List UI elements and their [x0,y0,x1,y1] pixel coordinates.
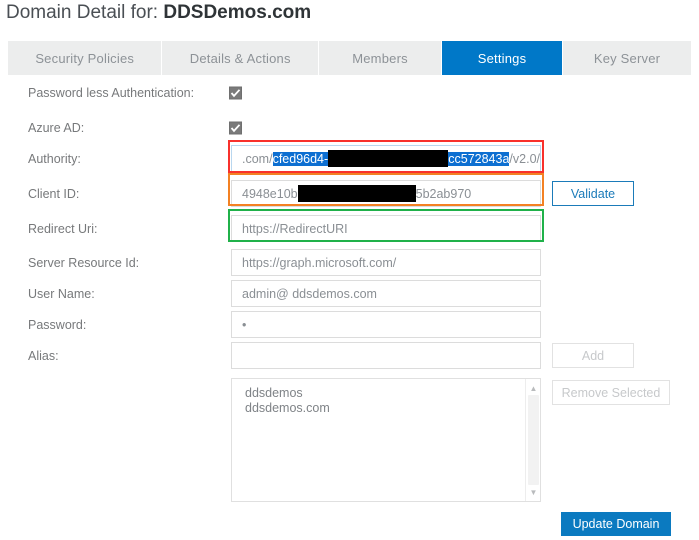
tab-settings-label: Settings [477,50,527,66]
alias-list-items: ddsdemos ddsdemos.com [232,379,330,416]
update-domain-button[interactable]: Update Domain [561,512,671,536]
checkbox-azure-ad[interactable] [229,121,242,135]
client-id-value-prefix: 4948e10b [242,186,298,201]
tab-security-policies[interactable]: Security Policies [8,41,163,75]
authority-input[interactable]: .com/cfed96d4- cc572843a/v2.0/ [231,145,541,172]
label-alias: Alias: [28,349,59,363]
add-alias-button[interactable]: Add [552,343,634,368]
page-title-prefix: Domain Detail for: [6,2,159,23]
alias-input[interactable] [231,342,541,369]
page-title: Domain Detail for: DDSDemos.com [6,2,311,24]
label-password: Password: [28,318,87,332]
page-title-domain: DDSDemos.com [163,2,312,23]
label-user-name: User Name: [28,287,95,301]
password-value: • [242,317,247,332]
checkbox-passwordless-authentication[interactable] [229,86,242,100]
check-icon [230,124,241,133]
row-user-name: User Name: admin@ ddsdemos.com [0,279,699,309]
authority-value-selected-start: cfed96d4- [272,151,329,166]
list-item[interactable]: ddsdemos [245,386,330,401]
authority-value-selected-end: cc572843a [448,151,510,166]
label-redirect-uri: Redirect Uri: [28,222,98,236]
password-input[interactable]: • [231,311,541,338]
validate-button[interactable]: Validate [552,181,634,206]
list-item[interactable]: ddsdemos.com [245,401,330,416]
tab-members[interactable]: Members [319,41,443,75]
tab-settings[interactable]: Settings [442,41,564,75]
tab-key-server-label: Key Server [593,50,661,66]
tab-details-and-actions[interactable]: Details & Actions [162,41,320,75]
label-passwordless-authentication: Password less Authentication: [28,86,195,100]
client-id-value-suffix: 5b2ab970 [415,186,472,201]
row-redirect-uri: Redirect Uri: https://RedirectURI [0,214,699,244]
scrollbar-track[interactable] [528,395,539,485]
tab-members-label: Members [352,50,408,66]
server-resource-id-value: https://graph.microsoft.com/ [242,255,397,270]
tab-details-and-actions-label: Details & Actions [189,50,291,66]
add-alias-button-label: Add [581,348,605,363]
scroll-down-icon[interactable]: ▼ [526,485,540,499]
row-passwordless-authentication: Password less Authentication: [0,78,699,108]
remove-selected-button[interactable]: Remove Selected [552,380,670,405]
authority-redaction-bar [328,150,449,167]
authority-value-suffix: /v2.0/ [509,151,540,166]
alias-list-scrollbar[interactable]: ▲ ▼ [525,379,540,501]
row-azure-ad: Azure AD: [0,113,699,143]
user-name-input[interactable]: admin@ ddsdemos.com [231,280,541,307]
alias-list[interactable]: ddsdemos ddsdemos.com ▲ ▼ [231,378,541,502]
label-authority: Authority: [28,152,81,166]
label-client-id: Client ID: [28,187,80,201]
row-server-resource-id: Server Resource Id: https://graph.micros… [0,248,699,278]
remove-selected-button-label: Remove Selected [561,385,661,400]
authority-value-prefix: .com/ [242,151,273,166]
tab-security-policies-label: Security Policies [35,50,135,66]
check-icon [230,89,241,98]
client-id-redaction-bar [297,185,416,202]
label-azure-ad: Azure AD: [28,121,85,135]
tab-bar: Security Policies Details & Actions Memb… [8,41,692,75]
row-alias: Alias: Add [0,341,699,371]
server-resource-id-input[interactable]: https://graph.microsoft.com/ [231,249,541,276]
update-domain-button-label: Update Domain [572,517,660,531]
redirect-uri-input[interactable]: https://RedirectURI [231,215,541,242]
validate-button-label: Validate [570,186,616,201]
label-server-resource-id: Server Resource Id: [28,256,140,270]
row-authority: Authority: .com/cfed96d4- cc572843a/v2.0/ [0,144,699,174]
redirect-uri-value: https://RedirectURI [242,221,348,236]
row-client-id: Client ID: 4948e10b 5b2ab970 Validate [0,179,699,209]
row-password: Password: • [0,310,699,340]
client-id-input[interactable]: 4948e10b 5b2ab970 [231,180,541,207]
user-name-value: admin@ ddsdemos.com [242,286,377,301]
tab-key-server[interactable]: Key Server [563,41,692,75]
scroll-up-icon[interactable]: ▲ [526,381,540,395]
